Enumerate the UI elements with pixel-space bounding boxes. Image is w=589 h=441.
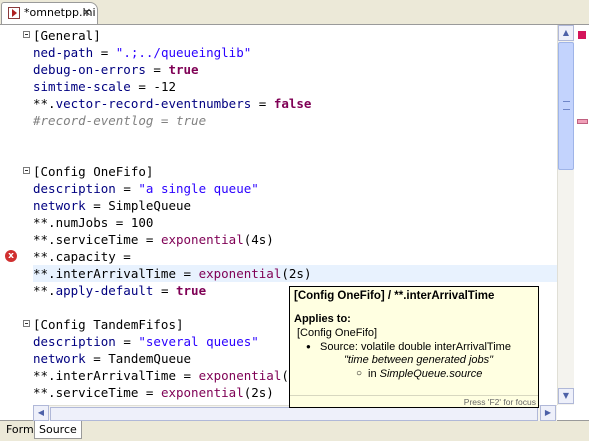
scroll-thumb[interactable] xyxy=(558,42,574,170)
code-line[interactable]: **.vector-record-eventnumbers = false xyxy=(33,95,557,112)
code-line[interactable]: #record-eventlog = true xyxy=(33,112,557,129)
code-line[interactable]: simtime-scale = -12 xyxy=(33,78,557,95)
popup-config-name: [Config OneFifo] xyxy=(297,327,378,339)
code-token: simtime-scale xyxy=(33,79,131,94)
code-line[interactable] xyxy=(33,129,557,146)
code-line[interactable]: debug-on-errors = true xyxy=(33,61,557,78)
error-location-marker[interactable] xyxy=(577,119,588,124)
scroll-left-button[interactable]: ◀ xyxy=(33,405,49,421)
code-token: false xyxy=(273,96,312,111)
page-tab-form[interactable]: Form xyxy=(2,421,38,439)
code-line[interactable]: **.serviceTime = exponential(4s) xyxy=(33,231,557,248)
code-token: network xyxy=(33,198,86,213)
code-line[interactable]: [Config OneFifo] xyxy=(33,163,557,180)
code-token: network xyxy=(33,351,86,366)
code-line[interactable]: ned-path = ".;../queueinglib" xyxy=(33,44,557,61)
code-token: "several queues" xyxy=(138,334,259,349)
code-token: exponential xyxy=(160,385,244,400)
code-token: apply-default xyxy=(55,283,154,298)
code-token: true xyxy=(176,283,207,298)
info-hover-popup[interactable]: [Config OneFifo] / **.interArrivalTime A… xyxy=(289,286,539,408)
code-token: description xyxy=(33,334,116,349)
scroll-down-button[interactable]: ▼ xyxy=(558,388,574,404)
editor-page-tabs: Form Source xyxy=(0,421,589,441)
horizontal-scroll-thumb[interactable] xyxy=(50,407,538,421)
code-token: exponential xyxy=(198,368,282,383)
vertical-scrollbar[interactable]: ▲ ▼ xyxy=(557,25,574,405)
editor-tab-bar: *omnetpp.ini ✕ xyxy=(0,0,589,24)
error-marker-icon[interactable]: x xyxy=(5,250,17,262)
fold-toggle-icon[interactable] xyxy=(23,167,30,174)
popup-applies-label: Applies to: xyxy=(294,313,351,325)
code-line[interactable]: **.interArrivalTime = exponential(2s) xyxy=(33,265,557,282)
popup-title: [Config OneFifo] / **.interArrivalTime xyxy=(294,290,495,302)
popup-source: Source: volatile double interArrivalTime xyxy=(306,341,511,353)
code-token: debug-on-errors xyxy=(33,62,146,77)
code-line[interactable]: **.numJobs = 100 xyxy=(33,214,557,231)
popup-module-name: SimpleQueue.source xyxy=(379,368,483,380)
code-token: ".;../queueinglib" xyxy=(115,45,252,60)
popup-module: in SimpleQueue.source xyxy=(356,368,483,380)
popup-in-prefix: in xyxy=(368,368,380,380)
overview-ruler xyxy=(574,25,589,405)
code-token: true xyxy=(168,62,199,77)
editor-tab-omnetpp-ini[interactable]: *omnetpp.ini ✕ xyxy=(1,2,98,24)
ini-file-icon xyxy=(8,7,20,19)
code-line[interactable]: **.capacity = xyxy=(33,248,557,265)
code-line[interactable]: [General] xyxy=(33,27,557,44)
folding-ruler xyxy=(22,25,32,405)
page-tab-source[interactable]: Source xyxy=(34,421,82,439)
code-line[interactable]: description = "a single queue" xyxy=(33,180,557,197)
code-token: exponential xyxy=(198,266,282,281)
code-token: description xyxy=(33,181,116,196)
code-line[interactable] xyxy=(33,146,557,163)
scroll-up-button[interactable]: ▲ xyxy=(558,25,574,41)
code-token: ned-path xyxy=(33,45,94,60)
close-icon[interactable]: ✕ xyxy=(82,6,91,19)
code-token: "a single queue" xyxy=(138,181,259,196)
error-overview-marker[interactable] xyxy=(578,31,586,39)
fold-toggle-icon[interactable] xyxy=(23,320,30,327)
fold-toggle-icon[interactable] xyxy=(23,31,30,38)
code-token: vector-record-eventnumbers xyxy=(55,96,252,111)
code-token: exponential xyxy=(160,232,244,247)
scroll-right-button[interactable]: ▶ xyxy=(540,405,556,421)
code-token: #record-eventlog = true xyxy=(33,113,207,128)
code-line[interactable]: network = SimpleQueue xyxy=(33,197,557,214)
popup-footer: Press 'F2' for focus xyxy=(290,395,538,407)
annotation-ruler: x xyxy=(0,25,22,405)
popup-description: "time between generated jobs" xyxy=(344,354,494,366)
